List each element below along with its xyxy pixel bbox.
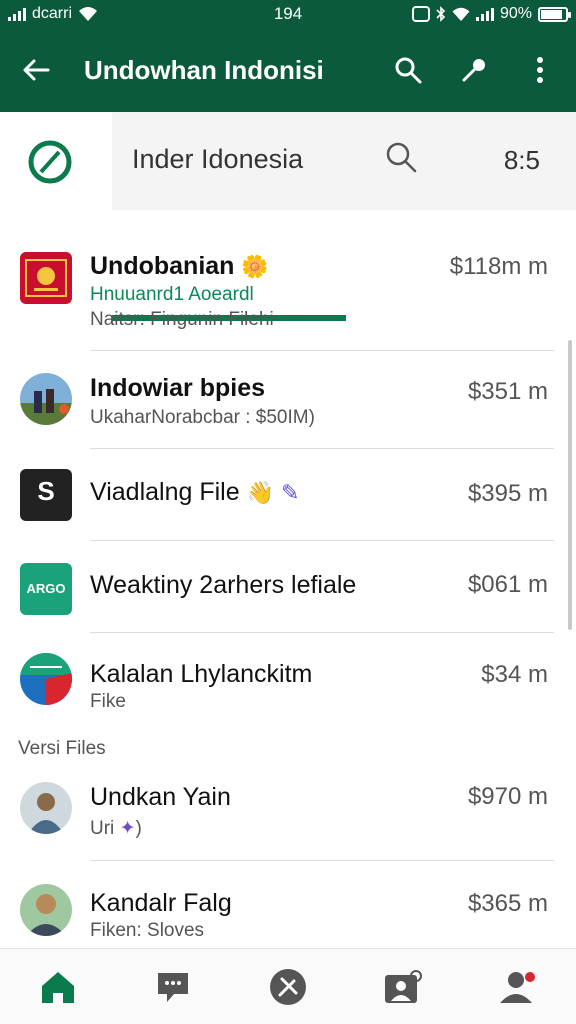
profile-icon: [500, 971, 536, 1003]
nav-home[interactable]: [28, 957, 88, 1017]
divider: [90, 632, 554, 633]
flower-icon: 🌼: [241, 254, 269, 279]
search-row: Inder Idonesia 8:5: [0, 112, 576, 321]
thumb-letter: S: [37, 476, 55, 506]
pen-accent-icon: ✎: [280, 480, 300, 505]
list-item[interactable]: Undobanian 🌼 Hnuuanrd1 Aoeardl Naitsr: F…: [0, 212, 576, 352]
battery-icon: [538, 6, 571, 22]
item-title: Weaktiny 2arhers lefiale: [90, 571, 357, 599]
item-thumbnail: [20, 252, 72, 304]
item-price: $351 m: [467, 378, 548, 405]
people-photo-icon: [20, 389, 72, 425]
more-options-button[interactable]: [518, 48, 562, 92]
item-price: $395 m: [467, 480, 548, 507]
scrollbar[interactable]: [568, 340, 572, 630]
person-avatar-icon: [28, 793, 64, 834]
search-input[interactable]: Inder Idonesia 8:5: [112, 112, 576, 210]
item-subtitle: Hnuuanrd1 Aoeardl: [90, 284, 254, 305]
item-title: Undobanian 🌼: [90, 252, 269, 280]
item-price: $061 m: [467, 571, 548, 598]
status-left: dcarri: [8, 5, 98, 23]
item-detail: UkaharNorabcbar : $50IM): [90, 407, 315, 428]
item-price: $34 m: [481, 661, 548, 688]
badge-icon: [20, 653, 72, 705]
result-count: 8:5: [503, 145, 540, 175]
search-query: Inder Idonesia: [132, 144, 304, 174]
chat-icon: [157, 972, 188, 1002]
item-thumbnail: ARGO: [20, 563, 72, 615]
nav-tools[interactable]: [258, 957, 318, 1017]
item-thumbnail: [20, 373, 72, 425]
bottom-navigation: [0, 948, 576, 1024]
nav-messages[interactable]: [143, 957, 203, 1017]
more-vertical-icon: [537, 57, 543, 83]
tools-icon: [269, 968, 306, 1005]
item-detail: Fike: [90, 691, 126, 712]
status-bar: dcarri 194 90%: [0, 0, 576, 28]
edit-button[interactable]: [452, 48, 496, 92]
item-price: $118m m: [449, 253, 548, 280]
list-item[interactable]: Kandalr Falg Fiken: Sloves $365 m: [0, 862, 576, 948]
search-icon: [395, 57, 422, 84]
emblem-icon: [25, 259, 67, 297]
item-title: Kandalr Falg: [90, 889, 232, 917]
contacts-card-icon: [385, 969, 423, 1003]
divider: [90, 860, 554, 861]
pen-icon: [462, 59, 485, 82]
page-title: Undowhan Indonisi: [84, 54, 324, 85]
item-price: $365 m: [467, 890, 548, 917]
app-bar: Undowhan Indonisi: [0, 28, 576, 112]
thumb-label: ARGO: [26, 581, 66, 596]
bluetooth-icon: [436, 6, 446, 22]
divider: [90, 350, 554, 351]
battery-percent: 90%: [499, 5, 532, 22]
person-avatar-icon: [26, 894, 66, 936]
item-detail: Naitsr: Fingunin Filehi: [90, 309, 274, 330]
item-thumbnail: [20, 884, 72, 936]
item-thumbnail: [20, 653, 72, 705]
list-item[interactable]: ARGO Weaktiny 2arhers lefiale $061 m: [0, 542, 576, 634]
wifi-icon: [79, 7, 98, 21]
list-item[interactable]: Undkan Yain Uri ✦) $970 m: [0, 762, 576, 860]
list-item[interactable]: S Viadlalng File 👋 ✎ $395 m: [0, 450, 576, 542]
search-button[interactable]: [386, 48, 430, 92]
arrow-left-icon: [23, 59, 50, 81]
search-icon[interactable]: [384, 140, 418, 174]
item-title: Indowiar bpies: [90, 374, 266, 402]
home-icon: [41, 971, 74, 1003]
cell-signal-icon: [8, 7, 26, 21]
hand-icon: 👋: [246, 480, 274, 505]
wifi-full-icon: [452, 7, 470, 21]
nav-contacts[interactable]: [373, 957, 433, 1017]
carrier-name: dcarri: [32, 5, 73, 22]
item-price: $970 m: [467, 783, 548, 810]
sparkle-icon: ✦: [119, 818, 136, 839]
app-logo-icon: [28, 140, 72, 184]
item-title: Viadlalng File 👋 ✎: [90, 478, 300, 506]
nfc-icon: [411, 6, 430, 22]
list-item[interactable]: Kalalan Lhylanckitm Fike $34 m: [0, 634, 576, 732]
item-title: Undkan Yain: [90, 783, 231, 811]
divider: [90, 540, 554, 541]
nav-profile[interactable]: [488, 957, 548, 1017]
item-title: Kalalan Lhylanckitm: [90, 660, 313, 688]
cell-signal-strength-icon: [475, 7, 494, 21]
list-item[interactable]: Indowiar bpies UkaharNorabcbar : $50IM) …: [0, 352, 576, 450]
item-thumbnail: S: [20, 469, 72, 521]
back-button[interactable]: [14, 48, 58, 92]
divider: [90, 448, 554, 449]
app-bar-actions: [386, 48, 562, 92]
status-right: 90%: [411, 5, 571, 23]
item-detail: Uri ✦): [90, 818, 142, 839]
item-detail: Fiken: Sloves: [90, 920, 205, 941]
section-header: Versi Files: [18, 738, 106, 759]
item-thumbnail: [20, 782, 72, 834]
